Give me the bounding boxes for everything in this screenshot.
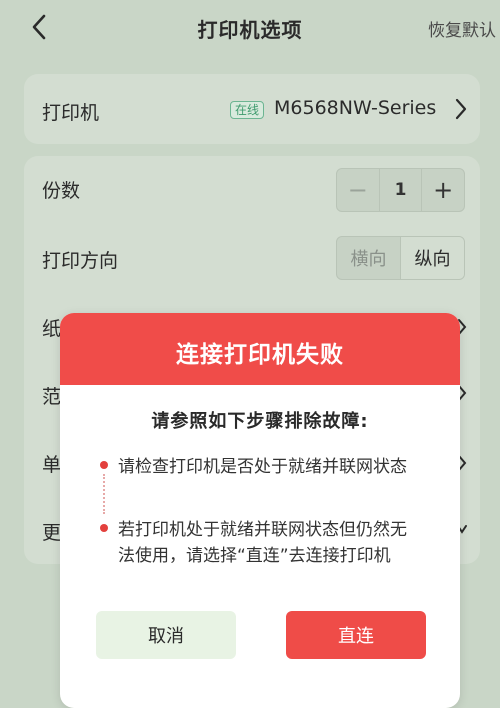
status-badge: 在线 xyxy=(230,101,265,119)
increment-button[interactable]: + xyxy=(421,169,464,211)
direct-connect-button[interactable]: 直连 xyxy=(286,611,426,659)
printer-card[interactable]: 打印机 在线 M6568NW-Series xyxy=(24,74,480,144)
printer-label: 打印机 xyxy=(42,102,100,124)
error-dialog: 连接打印机失败 请参照如下步骤排除故障: 请检查打印机是否处于就绪并联网状态 若… xyxy=(60,313,460,708)
top-bar: 打印机选项 恢复默认 xyxy=(0,0,500,54)
red-dot-icon xyxy=(100,461,108,469)
settings-row-range[interactable]: 范 xyxy=(42,382,61,409)
troubleshoot-step-1: 请检查打印机是否处于就绪并联网状态 xyxy=(118,457,407,477)
troubleshoot-step-2: 若打印机处于就绪并联网状态但仍然无法使用，请选择“直连”去连接打印机 xyxy=(118,520,407,566)
orientation-landscape[interactable]: 横向 xyxy=(337,237,401,279)
step-connector xyxy=(103,474,105,514)
orientation-selector[interactable]: 横向 纵向 xyxy=(336,236,465,280)
copies-stepper[interactable]: − 1 + xyxy=(336,168,465,212)
decrement-button[interactable]: − xyxy=(337,169,380,211)
settings-row-paper[interactable]: 纸 xyxy=(42,314,61,341)
dialog-subtitle: 请参照如下步骤排除故障: xyxy=(151,411,369,432)
cancel-button[interactable]: 取消 xyxy=(96,611,236,659)
dialog-header: 连接打印机失败 xyxy=(60,313,460,385)
orientation-label: 打印方向 xyxy=(42,250,119,272)
copies-label: 份数 xyxy=(42,180,81,202)
settings-row-more[interactable]: 更 xyxy=(42,518,61,545)
orientation-portrait[interactable]: 纵向 xyxy=(401,237,464,279)
chevron-right-icon[interactable] xyxy=(454,98,468,120)
restore-defaults-button[interactable]: 恢复默认 xyxy=(428,16,496,41)
copies-value: 1 xyxy=(394,180,407,200)
printer-model: M6568NW-Series xyxy=(274,97,437,119)
settings-row-duplex[interactable]: 单 xyxy=(42,450,61,477)
red-dot-icon xyxy=(100,524,108,532)
page-title: 打印机选项 xyxy=(197,18,303,42)
dialog-title: 连接打印机失败 xyxy=(176,342,344,368)
